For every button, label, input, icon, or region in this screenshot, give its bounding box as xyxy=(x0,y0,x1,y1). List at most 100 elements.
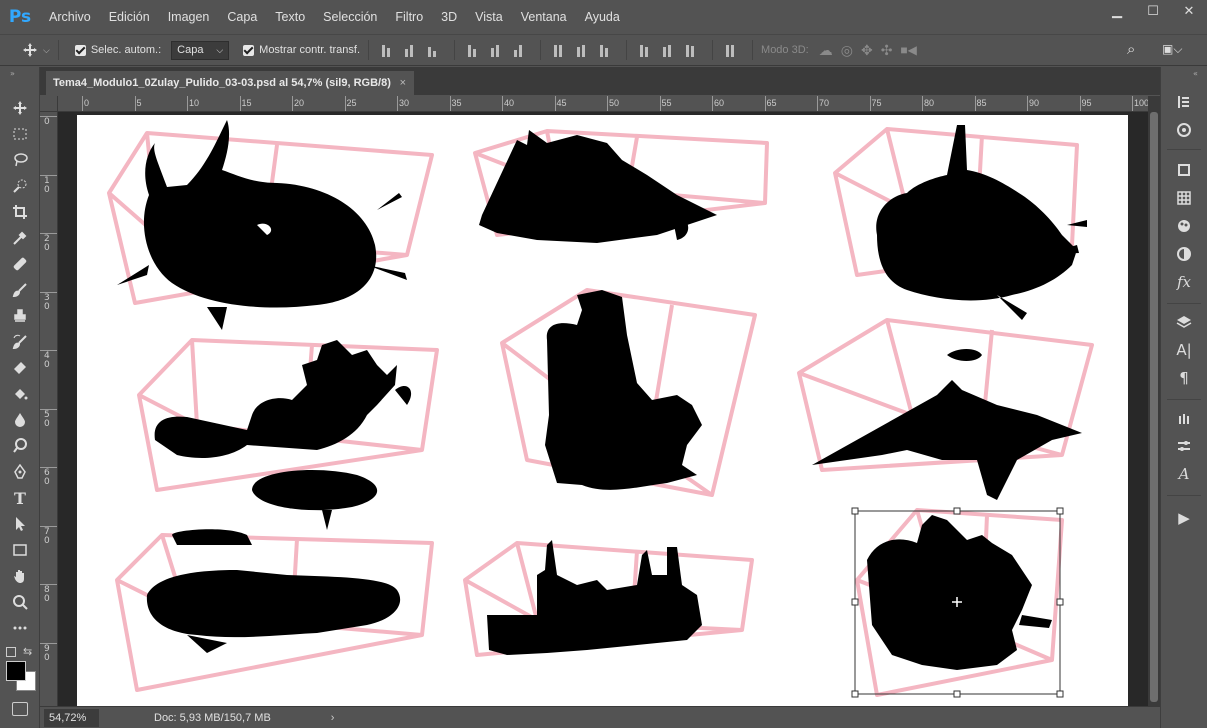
tool-preset-chevron-icon[interactable]: ⌵ xyxy=(43,45,50,56)
marquee-tool-icon[interactable] xyxy=(8,123,32,145)
pan-3d-icon[interactable]: ✥ xyxy=(861,42,873,59)
eraser-tool-icon[interactable] xyxy=(8,357,32,379)
menu-ventana[interactable]: Ventana xyxy=(512,10,576,24)
dodge-tool-icon[interactable] xyxy=(8,435,32,457)
adjustments-panel-icon[interactable] xyxy=(1173,243,1195,265)
menu-vista[interactable]: Vista xyxy=(466,10,512,24)
quick-select-tool-icon[interactable] xyxy=(8,175,32,197)
pen-tool-icon[interactable] xyxy=(8,461,32,483)
crop-tool-icon[interactable] xyxy=(8,201,32,223)
align-top-icon[interactable] xyxy=(382,44,395,57)
path-select-tool-icon[interactable] xyxy=(8,513,32,535)
menu-imagen[interactable]: Imagen xyxy=(159,10,219,24)
align-left-icon[interactable] xyxy=(468,44,481,57)
distribute-vcenter-icon[interactable] xyxy=(577,44,590,57)
eyedropper-tool-icon[interactable] xyxy=(8,227,32,249)
status-menu-arrow-icon[interactable]: › xyxy=(331,712,335,724)
stamp-tool-icon[interactable] xyxy=(8,305,32,327)
menu-ayuda[interactable]: Ayuda xyxy=(576,10,629,24)
align-right-icon[interactable] xyxy=(514,44,527,57)
slide-3d-icon[interactable]: ✣ xyxy=(881,42,893,59)
document-canvas[interactable] xyxy=(77,115,1128,706)
ruler-tick xyxy=(40,350,57,351)
menu-seleccion[interactable]: Selección xyxy=(314,10,386,24)
auto-select-dropdown[interactable]: Capa ⌵ xyxy=(171,40,230,60)
styles-panel-icon[interactable] xyxy=(1173,215,1195,237)
move-tool-icon[interactable] xyxy=(8,97,32,119)
ruler-tick xyxy=(607,96,608,111)
distribute-top-icon[interactable] xyxy=(554,44,567,57)
paint-bucket-tool-icon[interactable] xyxy=(8,383,32,405)
align-bottom-icon[interactable] xyxy=(428,44,441,57)
close-button[interactable]: ✕ xyxy=(1171,0,1207,22)
orbit-3d-icon[interactable]: ☁ xyxy=(819,42,833,59)
ruler-tick-label: 2 0 xyxy=(44,234,50,253)
menu-filtro[interactable]: Filtro xyxy=(386,10,432,24)
scrollbar-thumb[interactable] xyxy=(1150,112,1158,702)
zoom-level-field[interactable]: 54,72% xyxy=(44,708,99,727)
lasso-tool-icon[interactable] xyxy=(8,149,32,171)
menu-capa[interactable]: Capa xyxy=(218,10,266,24)
menu-archivo[interactable]: Archivo xyxy=(40,10,100,24)
search-icon[interactable]: ⌕ xyxy=(1127,41,1135,58)
swatches-panel-icon[interactable] xyxy=(1173,187,1195,209)
distribute-left-icon[interactable] xyxy=(640,44,653,57)
blur-tool-icon[interactable] xyxy=(8,409,32,431)
foreground-color-swatch[interactable] xyxy=(6,661,26,681)
quick-mask-icon[interactable] xyxy=(12,702,28,716)
actions-panel-icon[interactable]: ▶ xyxy=(1173,507,1195,529)
zoom-tool-icon[interactable] xyxy=(8,591,32,613)
align-hcenter-icon[interactable] xyxy=(491,44,504,57)
rectangle-tool-icon[interactable] xyxy=(8,539,32,561)
workspace-icon[interactable]: ▣⌵ xyxy=(1162,42,1182,57)
menu-3d[interactable]: 3D xyxy=(432,10,466,24)
swap-colors-icon[interactable]: ⇆ xyxy=(23,645,32,658)
ruler-tick xyxy=(40,291,57,293)
type-tool-icon[interactable]: T xyxy=(8,487,32,509)
show-transform-checkbox[interactable] xyxy=(243,44,255,56)
align-vcenter-icon[interactable] xyxy=(405,44,418,57)
close-tab-icon[interactable]: × xyxy=(400,77,406,89)
ruler-tick xyxy=(187,96,188,111)
brush-settings-panel-icon[interactable] xyxy=(1173,435,1195,457)
color-panel-icon[interactable] xyxy=(1173,119,1195,141)
canvas-area[interactable] xyxy=(58,112,1148,706)
glyphs-panel-icon[interactable]: A xyxy=(1173,463,1195,485)
healing-tool-icon[interactable] xyxy=(8,253,32,275)
history-brush-tool-icon[interactable] xyxy=(8,331,32,353)
history-panel-icon[interactable] xyxy=(1173,91,1195,113)
character-panel-icon[interactable]: A| xyxy=(1173,339,1195,361)
maximize-button[interactable]: ☐ xyxy=(1135,0,1171,22)
ruler-tick-label: 55 xyxy=(661,98,672,108)
vertical-scrollbar[interactable] xyxy=(1148,96,1160,706)
distribute-hcenter-icon[interactable] xyxy=(663,44,676,57)
brush-tool-icon[interactable] xyxy=(8,279,32,301)
fx-panel-icon[interactable]: fx xyxy=(1173,271,1195,293)
minimize-button[interactable]: ▁ xyxy=(1099,0,1135,22)
scale-3d-icon[interactable]: ■◀ xyxy=(900,43,916,57)
more-tools-icon[interactable] xyxy=(8,617,32,639)
paragraph-panel-icon[interactable]: ¶ xyxy=(1173,367,1195,389)
collapse-panel-icon[interactable]: » xyxy=(10,69,15,78)
distribute-right-icon[interactable] xyxy=(686,44,699,57)
menu-texto[interactable]: Texto xyxy=(266,10,314,24)
document-tab[interactable]: Tema4_Modulo1_0Zulay_Pulido_03-03.psd al… xyxy=(46,71,414,95)
default-colors-icon[interactable] xyxy=(6,647,16,657)
move-tool-icon[interactable] xyxy=(22,42,38,58)
roll-3d-icon[interactable]: ◎ xyxy=(841,42,853,59)
separator xyxy=(1167,303,1201,304)
menu-edicion[interactable]: Edición xyxy=(100,10,159,24)
distribute-bottom-icon[interactable] xyxy=(600,44,613,57)
ruler-origin[interactable] xyxy=(40,96,58,112)
auto-align-icon[interactable] xyxy=(726,44,739,57)
expand-panels-icon[interactable]: « xyxy=(1193,69,1198,78)
auto-select-checkbox[interactable] xyxy=(74,44,86,56)
ruler-tick xyxy=(974,96,976,111)
ruler-tick xyxy=(1079,96,1081,111)
ruler-tick-label: 95 xyxy=(1081,98,1092,108)
ruler-tick-label: 75 xyxy=(871,98,882,108)
libraries-panel-icon[interactable] xyxy=(1173,159,1195,181)
brushes-panel-icon[interactable] xyxy=(1173,407,1195,429)
hand-tool-icon[interactable] xyxy=(8,565,32,587)
layers-panel-icon[interactable] xyxy=(1173,311,1195,333)
